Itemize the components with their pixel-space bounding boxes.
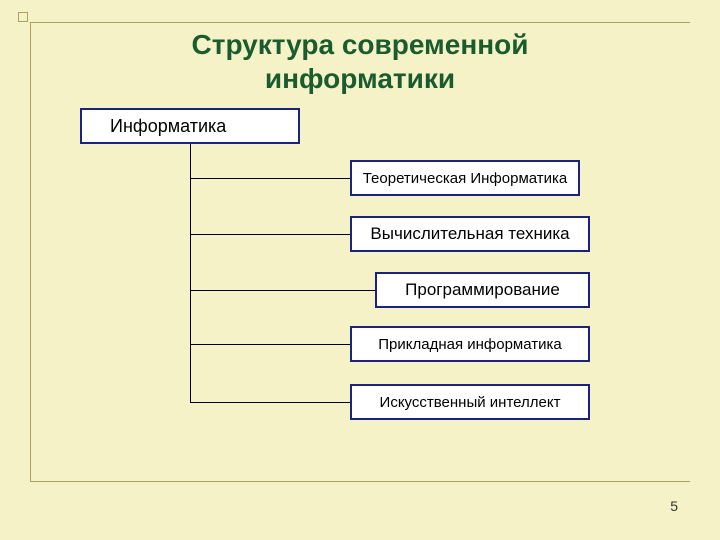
connector-h1 (190, 178, 350, 179)
diagram-child-theoretical: Теоретическая Информатика (350, 160, 580, 196)
corner-decoration (18, 12, 28, 22)
title-line-2: информатики (0, 62, 720, 96)
child-label-1: Теоретическая Информатика (363, 170, 568, 187)
connector-h3 (190, 290, 375, 291)
bottom-divider (30, 481, 690, 482)
diagram-child-computing: Вычислительная техника (350, 216, 590, 252)
diagram-child-ai: Искусственный интеллект (350, 384, 590, 420)
diagram-child-programming: Программирование (375, 272, 590, 308)
connector-h2 (190, 234, 350, 235)
child-label-2: Вычислительная техника (370, 224, 569, 244)
child-label-4: Прикладная информатика (378, 336, 562, 353)
slide-title: Структура современной информатики (0, 28, 720, 95)
root-label: Информатика (110, 116, 226, 137)
diagram-root-box: Информатика (80, 108, 300, 144)
child-label-3: Программирование (405, 280, 560, 300)
connector-h4 (190, 344, 350, 345)
page-number: 5 (670, 498, 678, 514)
child-label-5: Искусственный интеллект (380, 394, 561, 411)
connector-h5 (190, 402, 350, 403)
connector-vertical (190, 144, 191, 402)
title-line-1: Структура современной (0, 28, 720, 62)
diagram-child-applied: Прикладная информатика (350, 326, 590, 362)
